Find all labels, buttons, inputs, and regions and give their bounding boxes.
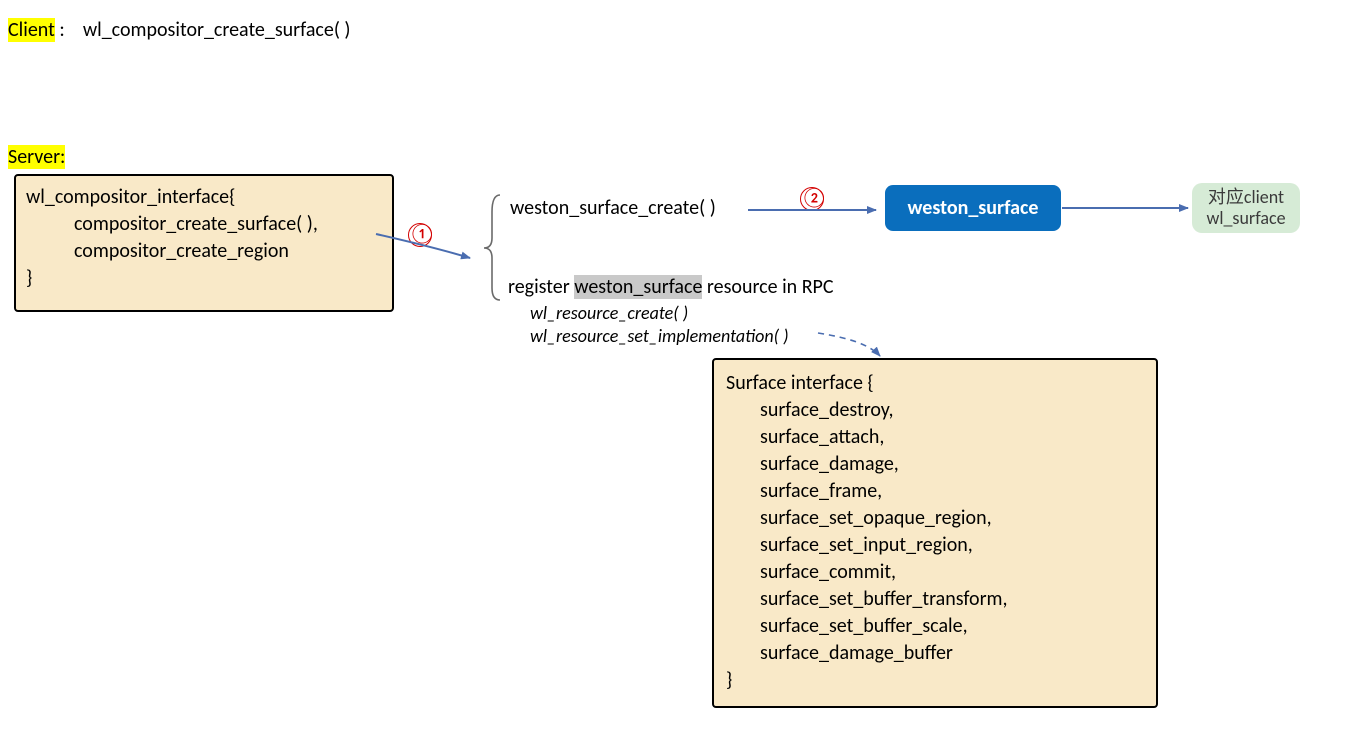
surface-interface-item-6: surface_commit, [726, 559, 1144, 586]
server-line: Server: [8, 145, 65, 169]
compositor-interface-box: wl_compositor_interface{ compositor_crea… [14, 174, 394, 312]
surface-interface-item-4: surface_set_opaque_region, [726, 505, 1144, 532]
arrow-dashed-to-surface-icon [818, 333, 880, 356]
surface-interface-item-1: surface_attach, [726, 424, 1144, 451]
circled-two-icon: ② [800, 187, 824, 211]
surface-interface-item-0: surface_destroy, [726, 397, 1144, 424]
compositor-interface-line2: compositor_create_region [26, 238, 382, 265]
rpc-calls: wl_resource_create( ) wl_resource_set_im… [530, 302, 789, 347]
surface-interface-item-9: surface_damage_buffer [726, 640, 1144, 667]
surface-interface-close: } [726, 667, 1144, 694]
step2-marker: ② [800, 186, 824, 211]
surface-interface-title: Surface interface { [726, 370, 1144, 397]
client-call: wl_compositor_create_surface( ) [83, 18, 351, 42]
server-label: Server: [8, 145, 65, 169]
circled-one-icon: ① [408, 223, 432, 247]
surface-interface-box: Surface interface { surface_destroy, sur… [712, 358, 1158, 708]
register-suffix: resource in RPC [702, 275, 833, 299]
surface-interface-item-8: surface_set_buffer_scale, [726, 613, 1144, 640]
rpc-call-set-impl: wl_resource_set_implementation( ) [530, 325, 789, 348]
client-line: Client : wl_compositor_create_surface( ) [8, 18, 351, 42]
compositor-interface-close: } [26, 265, 382, 292]
surface-interface-item-5: surface_set_input_region, [726, 532, 1144, 559]
surface-interface-item-7: surface_set_buffer_transform, [726, 586, 1144, 613]
client-colon: : [59, 18, 78, 42]
rpc-call-create: wl_resource_create( ) [530, 302, 789, 325]
register-text: register weston_surface resource in RPC [508, 275, 834, 299]
weston-surface-box: weston_surface [885, 185, 1061, 231]
client-wl-surface-line1: 对应client [1208, 187, 1284, 208]
register-highlight: weston_surface [574, 275, 702, 299]
step1-marker: ① [408, 222, 432, 247]
client-wl-surface-box: 对应client wl_surface [1192, 183, 1300, 233]
compositor-interface-title: wl_compositor_interface{ [26, 184, 382, 211]
surface-interface-item-3: surface_frame, [726, 478, 1144, 505]
compositor-interface-line1: compositor_create_surface( ), [26, 211, 382, 238]
client-label: Client [8, 18, 55, 42]
weston-surface-box-label: weston_surface [908, 196, 1039, 220]
surface-interface-item-2: surface_damage, [726, 451, 1144, 478]
weston-surface-create-call: weston_surface_create( ) [510, 196, 716, 220]
register-prefix: register [508, 275, 574, 299]
brace-icon [484, 195, 500, 300]
client-wl-surface-line2: wl_surface [1206, 208, 1285, 229]
